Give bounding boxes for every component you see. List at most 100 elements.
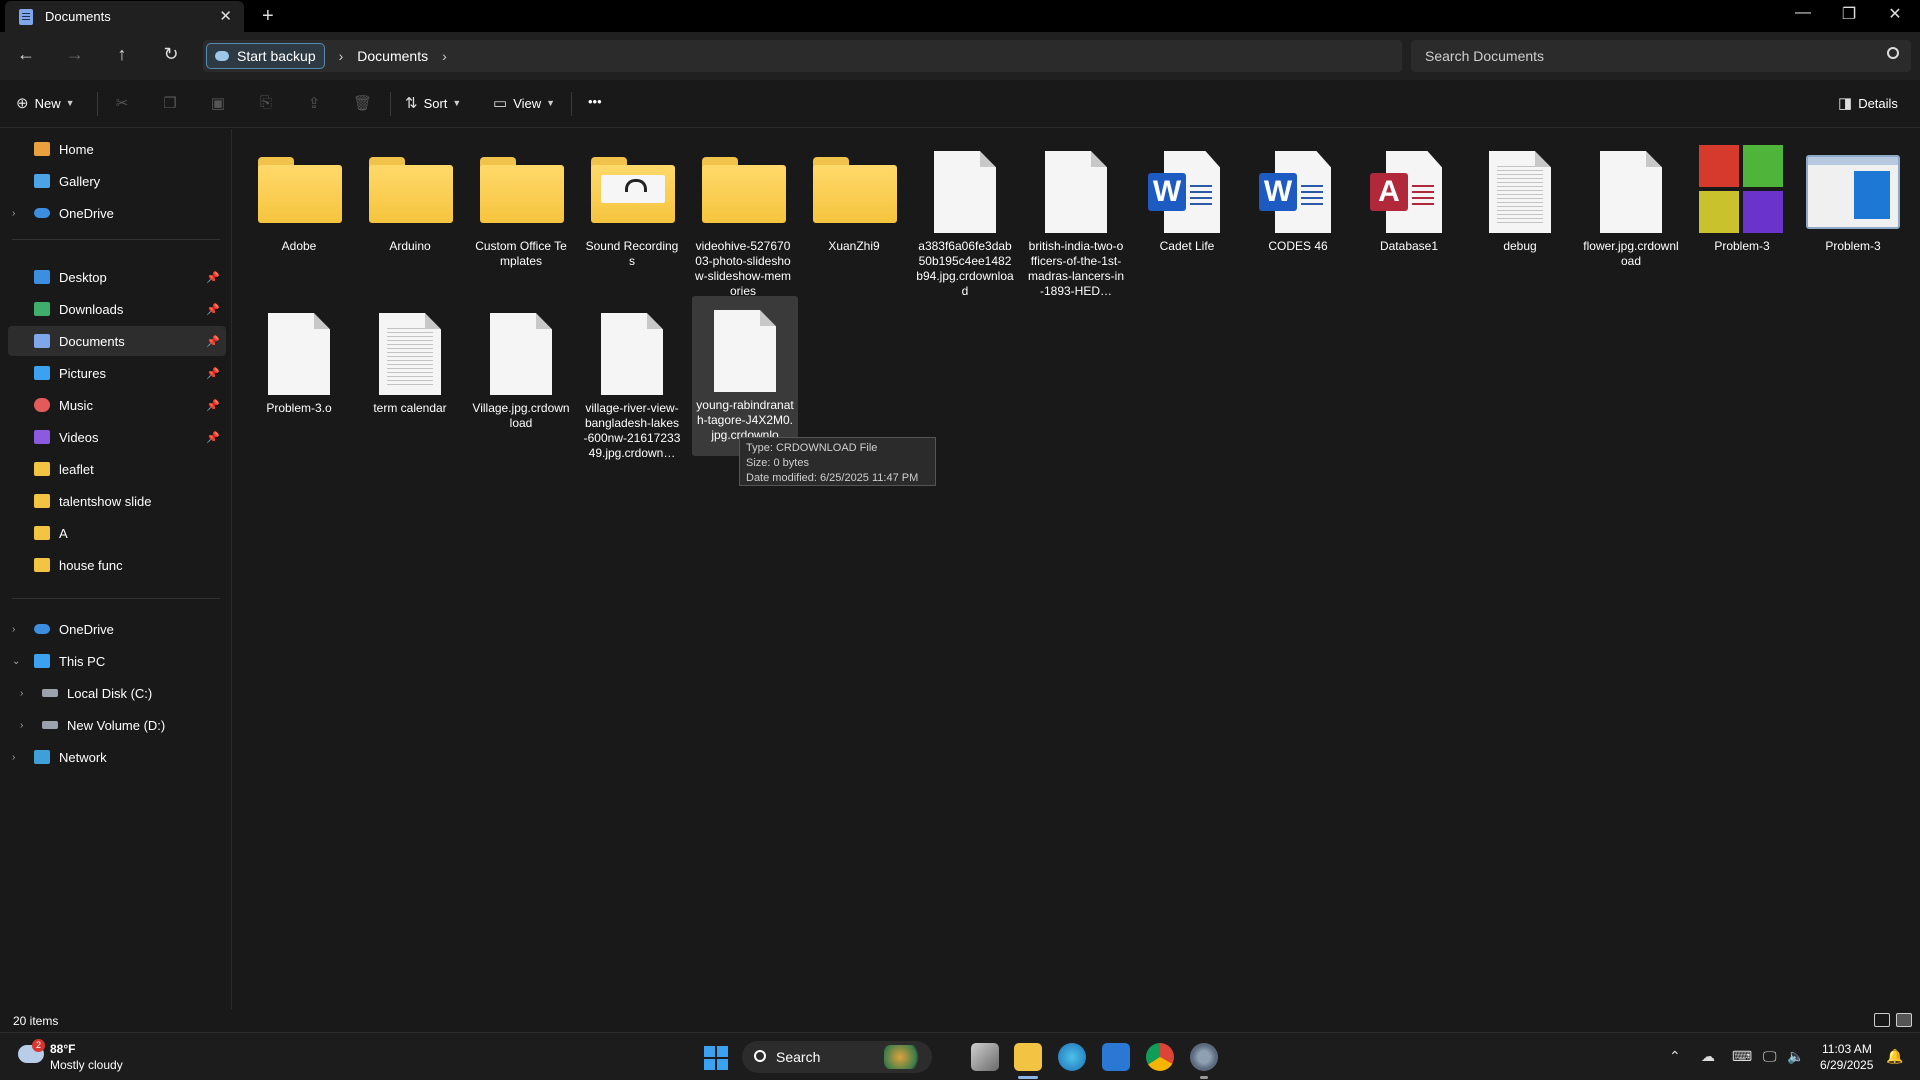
chevron-right-icon[interactable]: › — [20, 720, 23, 731]
tiles-view-icon[interactable] — [1896, 1013, 1912, 1027]
chevron-up-icon[interactable]: ⌃ — [1669, 1048, 1681, 1065]
onedrive-offline-icon[interactable]: ☁ — [1701, 1048, 1715, 1065]
file-tile[interactable]: Adobe — [246, 137, 352, 297]
task-view-icon[interactable] — [971, 1043, 999, 1071]
sidebar-item-desktop[interactable]: Desktop 📌 — [8, 262, 226, 292]
start-windows-icon[interactable] — [704, 1046, 728, 1070]
search-box[interactable] — [1411, 40, 1911, 72]
chevron-right-icon[interactable]: › — [339, 48, 344, 64]
pin-icon[interactable]: 📌 — [206, 303, 220, 316]
sidebar-item-new-volume-d[interactable]: › New Volume (D:) — [8, 710, 226, 740]
file-tile[interactable]: flower.jpg.crdownload — [1578, 137, 1684, 297]
file-tile[interactable]: a383f6a06fe3dab50b195c4ee1482b94.jpg.crd… — [912, 137, 1018, 298]
sidebar-item-downloads[interactable]: Downloads 📌 — [8, 294, 226, 324]
pin-icon[interactable]: 📌 — [206, 399, 220, 412]
chrome-browser-icon[interactable] — [1146, 1043, 1174, 1071]
chevron-right-icon[interactable]: › — [442, 48, 447, 64]
sidebar-item-documents[interactable]: Documents 📌 — [8, 326, 226, 356]
sidebar-item-videos[interactable]: Videos 📌 — [8, 422, 226, 452]
sidebar-item-home[interactable]: Home — [8, 134, 226, 164]
network-monitor-icon[interactable]: 🖵 — [1763, 1048, 1777, 1065]
weather-temperature[interactable]: 88°F — [50, 1042, 75, 1056]
sort-button[interactable]: ⇅ Sort ▼ — [405, 94, 461, 112]
file-tile[interactable]: Problem-3 — [1689, 137, 1795, 297]
share-icon[interactable]: ⇪ — [305, 94, 323, 112]
chevron-down-icon[interactable]: ⌄ — [12, 656, 20, 667]
file-tile[interactable]: videohive-52767003-photo-slideshow-slide… — [690, 137, 796, 298]
file-tile[interactable]: W CODES 46 — [1245, 137, 1351, 297]
chevron-right-icon[interactable]: › — [12, 624, 15, 635]
close-window-button[interactable]: ✕ — [1872, 4, 1918, 24]
minimize-button[interactable]: — — [1780, 4, 1826, 22]
sidebar-item-onedrive-tree[interactable]: › OneDrive — [8, 614, 226, 644]
sidebar-item-network[interactable]: › Network — [8, 742, 226, 772]
sidebar-item-this-pc[interactable]: ⌄ This PC — [8, 646, 226, 676]
tab-documents[interactable]: Documents ✕ — [5, 1, 244, 32]
breadcrumb[interactable]: Start backup › Documents › — [203, 40, 1402, 72]
file-tile[interactable]: Arduino — [357, 137, 463, 297]
file-tile[interactable]: Problem-3 — [1800, 137, 1906, 297]
search-input[interactable] — [1425, 48, 1865, 64]
sidebar-item-leaflet[interactable]: leaflet — [8, 454, 226, 484]
new-button[interactable]: ⊕ New ▼ — [16, 94, 75, 112]
sidebar-item-local-disk-c[interactable]: › Local Disk (C:) — [8, 678, 226, 708]
file-tile[interactable]: W Cadet Life — [1134, 137, 1240, 297]
clock-date[interactable]: 6/29/2025 — [1820, 1058, 1873, 1072]
view-button[interactable]: ▭ View ▼ — [493, 94, 555, 112]
new-tab-button[interactable]: + — [262, 5, 274, 28]
sidebar-item-pictures[interactable]: Pictures 📌 — [8, 358, 226, 388]
sidebar-item-a[interactable]: A — [8, 518, 226, 548]
sidebar-item-music[interactable]: Music 📌 — [8, 390, 226, 420]
file-tile[interactable]: village-river-view-bangladesh-lakes-600n… — [579, 299, 685, 460]
weather-description[interactable]: Mostly cloudy — [50, 1058, 123, 1072]
keyboard-icon[interactable]: ⌨ — [1732, 1048, 1752, 1065]
store-icon[interactable] — [1102, 1043, 1130, 1071]
edge-browser-icon[interactable] — [1058, 1043, 1086, 1071]
paste-icon[interactable]: ▣ — [209, 94, 227, 112]
sidebar-item-talentshow-slide[interactable]: talentshow slide — [8, 486, 226, 516]
sidebar-item-onedrive[interactable]: › OneDrive — [8, 198, 226, 228]
details-button[interactable]: ◨ Details — [1838, 94, 1898, 112]
file-tile[interactable]: Sound Recordings — [579, 137, 685, 297]
chevron-right-icon[interactable]: › — [20, 688, 23, 699]
back-arrow-icon[interactable]: ← — [12, 44, 40, 65]
forward-arrow-icon[interactable]: → — [61, 44, 89, 65]
maximize-button[interactable]: ❐ — [1826, 4, 1872, 24]
sidebar-item-house-func[interactable]: house func — [8, 550, 226, 580]
taskbar-search[interactable]: Search — [742, 1041, 932, 1073]
refresh-icon[interactable]: ↻ — [157, 44, 185, 65]
file-tile[interactable]: debug — [1467, 137, 1573, 297]
cut-icon[interactable]: ✂ — [113, 94, 131, 112]
start-backup-button[interactable]: Start backup — [206, 43, 325, 69]
close-tab-icon[interactable]: ✕ — [219, 7, 232, 25]
file-explorer-icon[interactable] — [1014, 1043, 1042, 1071]
file-tile[interactable]: A Database1 — [1356, 137, 1462, 297]
volume-icon[interactable]: 🔈 — [1787, 1048, 1804, 1065]
rename-icon[interactable]: ⎘ — [257, 94, 275, 112]
file-tile[interactable]: Problem-3.o — [246, 299, 352, 459]
pin-icon[interactable]: 📌 — [206, 431, 220, 444]
file-tile[interactable]: term calendar — [357, 299, 463, 459]
folder-icon — [813, 157, 897, 223]
breadcrumb-documents[interactable]: Documents — [357, 48, 428, 64]
file-tile[interactable]: british-india-two-officers-of-the-1st-ma… — [1023, 137, 1129, 298]
chevron-right-icon[interactable]: › — [12, 208, 15, 219]
pin-icon[interactable]: 📌 — [206, 367, 220, 380]
file-tile-selected[interactable]: young-rabindranath-tagore-J4X2M0.jpg.crd… — [692, 296, 798, 456]
clock-time[interactable]: 11:03 AM — [1822, 1042, 1872, 1056]
copy-icon[interactable]: ❐ — [161, 94, 179, 112]
notification-bell-icon[interactable]: 🔔 — [1886, 1048, 1903, 1065]
file-tile[interactable]: Custom Office Templates — [468, 137, 574, 297]
settings-gear-icon[interactable] — [1190, 1043, 1218, 1071]
pin-icon[interactable]: 📌 — [206, 335, 220, 348]
file-tile[interactable]: XuanZhi9 — [801, 137, 907, 297]
delete-icon[interactable]: 🗑 — [353, 94, 372, 112]
details-view-icon[interactable] — [1874, 1013, 1890, 1027]
up-arrow-icon[interactable]: ↑ — [108, 44, 136, 65]
sidebar-item-gallery[interactable]: Gallery — [8, 166, 226, 196]
pin-icon[interactable]: 📌 — [206, 271, 220, 284]
more-options-button[interactable]: ••• — [588, 94, 602, 109]
chevron-right-icon[interactable]: › — [12, 752, 15, 763]
search-icon[interactable] — [1887, 47, 1899, 59]
file-tile[interactable]: Village.jpg.crdownload — [468, 299, 574, 459]
